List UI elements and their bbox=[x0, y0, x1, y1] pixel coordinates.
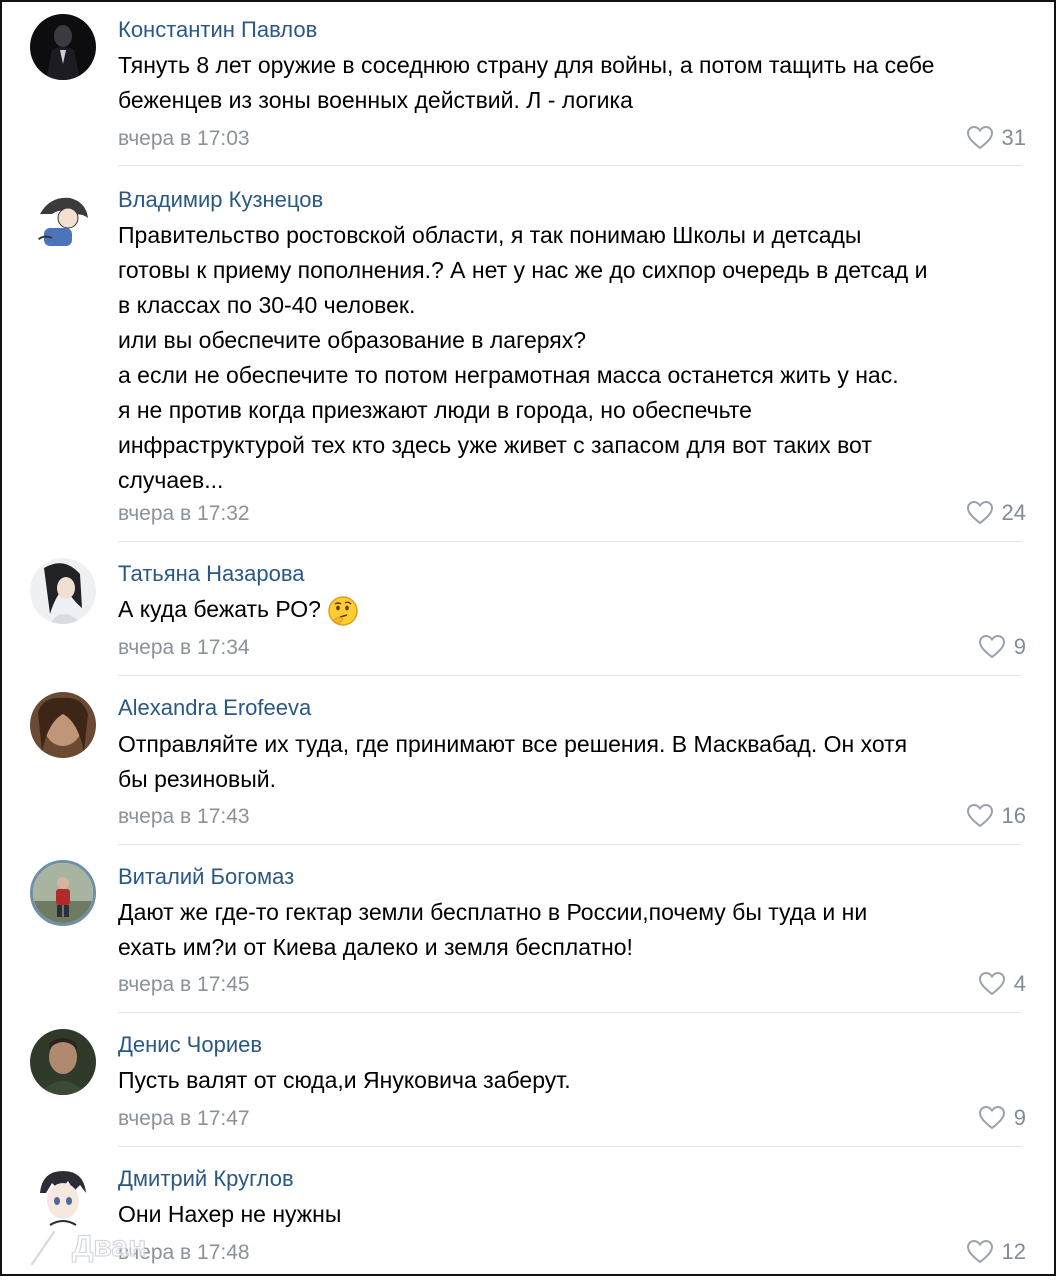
comment-text: Тянуть 8 лет оружие в соседнюю страну дл… bbox=[118, 52, 935, 113]
comment-text: А куда бежать РО? bbox=[118, 592, 1033, 627]
comment-text: Они Нахер не нужны bbox=[118, 1201, 342, 1227]
divider bbox=[118, 675, 1022, 676]
like-count: 24 bbox=[1001, 500, 1026, 525]
divider bbox=[118, 1146, 1022, 1147]
avatar[interactable] bbox=[30, 860, 96, 926]
divider bbox=[118, 541, 1022, 542]
comment-date[interactable]: вчера в 17:34 bbox=[118, 635, 250, 661]
comment-text: Пусть валят от сюда,и Януковича заберут. bbox=[118, 1067, 571, 1093]
thinking-face-icon bbox=[328, 596, 358, 626]
avatar[interactable] bbox=[30, 558, 96, 624]
comment-author[interactable]: Виталий Богомаз bbox=[118, 864, 294, 890]
heart-icon bbox=[978, 1105, 1005, 1130]
avatar[interactable] bbox=[30, 692, 96, 758]
like-button[interactable]: 12 bbox=[966, 1239, 1026, 1265]
comment-date[interactable]: вчера в 17:47 bbox=[118, 1106, 250, 1132]
avatar[interactable] bbox=[30, 14, 96, 80]
like-button[interactable]: 16 bbox=[966, 803, 1026, 829]
comment-date[interactable]: вчера в 17:32 bbox=[118, 501, 250, 527]
comment-author[interactable]: Дмитрий Круглов bbox=[118, 1166, 294, 1192]
heart-icon bbox=[978, 634, 1005, 659]
like-count: 4 bbox=[1013, 971, 1026, 996]
avatar[interactable] bbox=[30, 1029, 96, 1095]
like-button[interactable]: 24 bbox=[966, 500, 1026, 526]
comment-author[interactable]: Владимир Кузнецов bbox=[118, 187, 323, 213]
heart-icon bbox=[966, 500, 993, 525]
comment-author[interactable]: Alexandra Erofeeva bbox=[118, 695, 311, 721]
comment-text: Отправляйте их туда, где принимают все р… bbox=[118, 731, 908, 792]
comment-text: Правительство ростовской области, я так … bbox=[118, 222, 928, 493]
comment-text: Дают же где-то гектар земли бесплатно в … bbox=[118, 899, 868, 960]
comment-date[interactable]: вчера в 17:45 bbox=[118, 972, 250, 998]
like-button[interactable]: 9 bbox=[978, 634, 1026, 660]
like-button[interactable]: 9 bbox=[978, 1105, 1026, 1131]
comment-author[interactable]: Денис Чориев bbox=[118, 1032, 262, 1058]
heart-icon bbox=[966, 1239, 993, 1264]
heart-icon bbox=[966, 803, 993, 828]
divider bbox=[118, 1012, 1022, 1013]
like-count: 9 bbox=[1013, 634, 1026, 659]
like-count: 12 bbox=[1001, 1239, 1026, 1264]
like-button[interactable]: 4 bbox=[978, 971, 1026, 997]
heart-icon bbox=[966, 125, 993, 150]
avatar[interactable] bbox=[30, 184, 96, 250]
watermark-logo-icon: Дван bbox=[29, 1229, 147, 1267]
like-count: 31 bbox=[1001, 125, 1026, 150]
like-count: 9 bbox=[1013, 1105, 1026, 1130]
comment-date[interactable]: вчера в 17:43 bbox=[118, 804, 250, 830]
divider bbox=[118, 844, 1022, 845]
heart-icon bbox=[978, 971, 1005, 996]
divider bbox=[118, 165, 1022, 166]
comment-date[interactable]: вчера в 17:03 bbox=[118, 126, 250, 152]
comments-panel: Константин Павлов Тянуть 8 лет оружие в … bbox=[0, 0, 1056, 1276]
like-button[interactable]: 31 bbox=[966, 125, 1026, 151]
like-count: 16 bbox=[1001, 803, 1026, 828]
watermark-text: Дван bbox=[72, 1230, 146, 1263]
comment-author[interactable]: Константин Павлов bbox=[118, 17, 317, 43]
comment-author[interactable]: Татьяна Назарова bbox=[118, 561, 305, 587]
